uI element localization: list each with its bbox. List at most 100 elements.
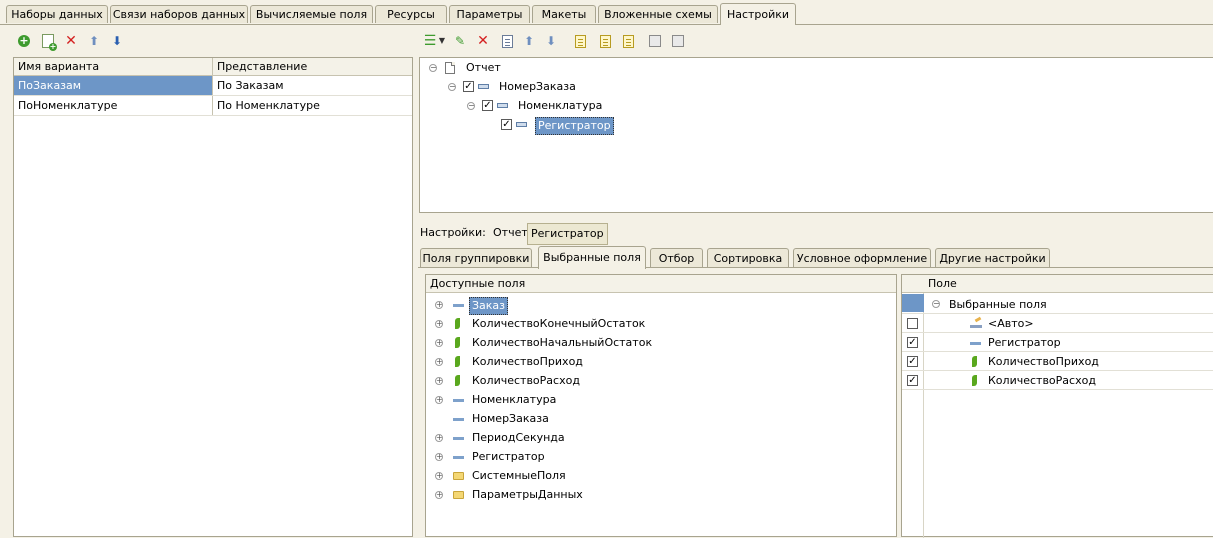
selected-field-checkbox[interactable]: ✓ xyxy=(907,375,918,386)
column-header-variant-name[interactable]: Имя варианта xyxy=(14,58,213,76)
delete-variant-button[interactable]: ✕ xyxy=(64,34,78,48)
structure-settings-button[interactable] xyxy=(671,34,685,48)
expand-icon[interactable]: + xyxy=(435,396,443,404)
expand-icon[interactable]: + xyxy=(435,320,443,328)
collapse-icon[interactable]: − xyxy=(467,102,475,110)
checkbox-column xyxy=(902,293,924,538)
settings-view-button[interactable] xyxy=(648,34,662,48)
grouping-icon xyxy=(516,122,527,127)
arrow-down-icon: ⬇ xyxy=(111,34,123,48)
level-down-icon xyxy=(622,34,634,48)
tab-other-settings[interactable]: Другие настройки xyxy=(935,248,1050,268)
available-field-registrar[interactable]: Регистратор xyxy=(472,449,545,465)
move-up-button[interactable]: ⬆ xyxy=(522,34,536,48)
add-variant-button[interactable]: + xyxy=(17,34,31,48)
grouping-checkbox[interactable]: ✓ xyxy=(482,100,493,111)
delete-icon: ✕ xyxy=(65,33,77,49)
expand-icon[interactable]: + xyxy=(435,491,443,499)
level-up-icon xyxy=(599,34,611,48)
grouping-checkbox[interactable]: ✓ xyxy=(501,119,512,130)
available-field-data-parameters[interactable]: ПараметрыДанных xyxy=(472,487,583,503)
group-icon xyxy=(574,34,586,48)
selected-field-registrar[interactable]: Регистратор xyxy=(988,335,1061,351)
selected-field-qty-out[interactable]: КоличествоРасход xyxy=(988,373,1096,389)
column-header-presentation[interactable]: Представление xyxy=(213,58,412,76)
available-field-period-second[interactable]: ПериодСекунда xyxy=(472,430,565,446)
selected-fields-root[interactable]: Выбранные поля xyxy=(949,297,1047,313)
move-level-up-button[interactable] xyxy=(598,34,612,48)
available-field-system-fields[interactable]: СистемныеПоля xyxy=(472,468,566,484)
resource-icon xyxy=(972,375,977,386)
add-structure-item-button[interactable]: ☰ xyxy=(423,34,437,48)
move-level-down-button[interactable] xyxy=(621,34,635,48)
variants-toolbar: + ✕ ⬆ ⬇ xyxy=(0,26,414,56)
expand-icon[interactable]: + xyxy=(435,301,443,309)
available-field-nomenclature[interactable]: Номенклатура xyxy=(472,392,556,408)
expand-icon[interactable]: + xyxy=(435,339,443,347)
tab-settings[interactable]: Настройки xyxy=(720,3,796,25)
field-icon xyxy=(453,456,464,459)
available-field-qty-out[interactable]: КоличествоРасход xyxy=(472,373,580,389)
tab-selected-fields[interactable]: Выбранные поля xyxy=(538,246,646,269)
tree-item-nomenclature[interactable]: Номенклатура xyxy=(518,98,602,114)
tab-grouping-fields[interactable]: Поля группировки xyxy=(420,248,532,268)
field-icon xyxy=(453,399,464,402)
tab-layouts[interactable]: Макеты xyxy=(532,5,596,23)
expand-icon[interactable]: + xyxy=(435,472,443,480)
tab-dataset-links[interactable]: Связи наборов данных xyxy=(110,5,248,23)
available-field-qty-start[interactable]: КоличествоНачальныйОстаток xyxy=(472,335,652,351)
settings-path-report[interactable]: Отчет xyxy=(493,225,528,241)
collapse-icon[interactable]: − xyxy=(429,64,437,72)
tree-item-registrar[interactable]: Регистратор xyxy=(535,117,614,135)
tab-calculated-fields[interactable]: Вычисляемые поля xyxy=(250,5,373,23)
variant-presentation-cell: По Номенклатуре xyxy=(217,99,320,112)
collapse-icon[interactable]: − xyxy=(448,83,456,91)
properties-button[interactable] xyxy=(500,34,514,48)
collapse-icon[interactable]: − xyxy=(932,300,940,308)
tab-parameters[interactable]: Параметры xyxy=(449,5,530,23)
group-button[interactable] xyxy=(573,34,587,48)
expand-icon[interactable]: + xyxy=(435,434,443,442)
tab-datasets[interactable]: Наборы данных xyxy=(6,5,108,23)
table-row[interactable]: ПоЗаказам По Заказам xyxy=(14,76,412,95)
structure-tree: − Отчет − ✓ НомерЗаказа − ✓ Номенклатура… xyxy=(419,57,1213,213)
add-dropdown-button[interactable]: ▼ xyxy=(438,34,446,48)
tree-item-report[interactable]: Отчет xyxy=(466,60,501,76)
selected-field-checkbox[interactable]: ✓ xyxy=(907,337,918,348)
move-down-button[interactable]: ⬇ xyxy=(544,34,558,48)
tab-nested-schemas[interactable]: Вложенные схемы xyxy=(598,5,718,23)
tab-resources[interactable]: Ресурсы xyxy=(375,5,447,23)
available-field-qty-end[interactable]: КоличествоКонечныйОстаток xyxy=(472,316,645,332)
copy-variant-button[interactable] xyxy=(41,34,57,51)
arrow-up-icon: ⬆ xyxy=(523,34,535,48)
grouping-checkbox[interactable]: ✓ xyxy=(463,81,474,92)
selected-field-checkbox[interactable]: ✓ xyxy=(907,356,918,367)
expand-icon[interactable]: + xyxy=(435,377,443,385)
move-up-button[interactable]: ⬆ xyxy=(87,34,101,48)
available-field-order-number[interactable]: НомерЗаказа xyxy=(472,411,549,427)
tab-sorting[interactable]: Сортировка xyxy=(707,248,789,268)
tree-item-order-number[interactable]: НомерЗаказа xyxy=(499,79,576,95)
delete-structure-item-button[interactable]: ✕ xyxy=(476,34,490,48)
table-row[interactable]: ПоНоменклатуре По Номенклатуре xyxy=(14,96,412,115)
move-down-button[interactable]: ⬇ xyxy=(110,34,124,48)
expand-icon[interactable]: + xyxy=(435,453,443,461)
add-icon: + xyxy=(18,34,30,47)
available-field-order[interactable]: Заказ xyxy=(469,297,509,315)
folder-icon xyxy=(453,491,464,499)
folder-icon xyxy=(453,472,464,480)
edit-button[interactable]: ✎ xyxy=(453,34,467,48)
selected-field-auto[interactable]: <Авто> xyxy=(988,316,1034,332)
selected-field-qty-in[interactable]: КоличествоПриход xyxy=(988,354,1099,370)
row-divider xyxy=(902,389,1213,390)
tab-filter[interactable]: Отбор xyxy=(650,248,703,268)
resource-icon xyxy=(455,318,460,329)
field-icon xyxy=(453,304,464,307)
expand-icon[interactable]: + xyxy=(435,358,443,366)
variants-table: Имя варианта Представление ПоЗаказам По … xyxy=(13,57,413,537)
tab-conditional-appearance[interactable]: Условное оформление xyxy=(793,248,931,268)
settings-path-registrar[interactable]: Регистратор xyxy=(527,223,608,245)
available-fields-header: Доступные поля xyxy=(426,275,896,293)
available-field-qty-in[interactable]: КоличествоПриход xyxy=(472,354,583,370)
selected-field-checkbox[interactable] xyxy=(907,318,918,329)
